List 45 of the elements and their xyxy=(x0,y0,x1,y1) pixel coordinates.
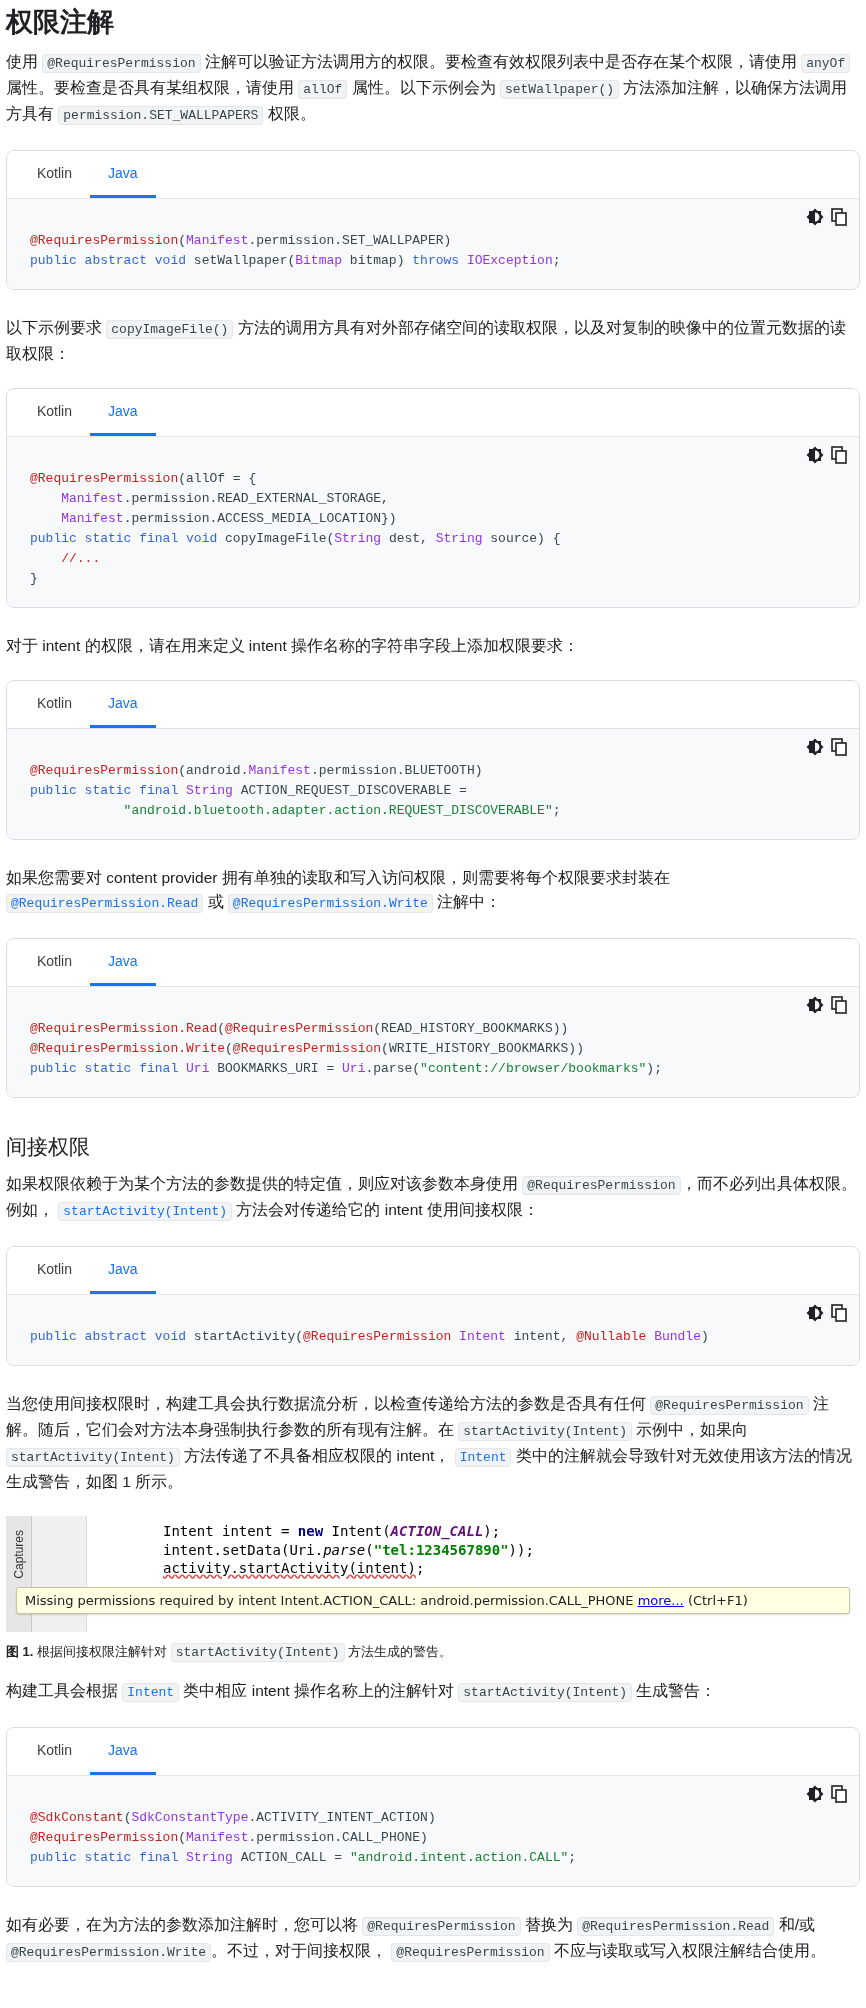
copy-icon[interactable] xyxy=(829,1784,849,1804)
language-tab[interactable]: Kotlin xyxy=(19,1247,91,1294)
paragraph: 如有必要，在为方法的参数添加注解时，您可以将 @RequiresPermission 替换为 @RequiresPermission.Read 和/或 @RequiresPermission.Write 。不过，对于间接权限， @RequiresPermission 不应与读取或写入权限注解结合使用。 xyxy=(6,1915,827,1964)
paragraph: 如果权限依赖于为某个方法的参数提供的特定值，则应对该参数本身使用 @RequiresPermission ，而不必列出具体权限。例如， startActivity(Intent) 方法会对传递给它的 intent 使用间接权限： xyxy=(6,1174,858,1223)
paragraph: 如果您需要对 content provider 拥有单独的读取和写入访问权限，则需要将每个权限要求封装在 @RequiresPermission.Read 或 @RequiresPermission.Write 注解中： xyxy=(6,868,671,915)
code-link[interactable]: @RequiresPermission.Write xyxy=(227,894,433,913)
code-text: @RequiresPermission.Read(@RequiresPermission(READ_HISTORY_BOOKMARKS)) @RequiresPermission.Write(@RequiresPermission(WRITE_HISTORY_BOOKMARKS)) public static final Uri BOOKMARKS_URI = Uri.parse("content://browser/bookmarks"); xyxy=(30,1020,663,1078)
code-text: public abstract void startActivity(@RequiresPermission Intent intent, @Nullable Bundle) xyxy=(30,1328,710,1346)
more-link[interactable]: more... xyxy=(637,1593,684,1608)
tooltip-message: Missing permissions required by intent Intent.ACTION_CALL: android.permission.CALL_PHONE xyxy=(25,1593,634,1608)
shortcut-hint: (Ctrl+F1) xyxy=(687,1593,748,1608)
code-text: @RequiresPermission(android.Manifest.permission.BLUETOOTH) public static final String ACTION_REQUEST_DISCOVERABLE = "android.bluetooth.adapter.action.REQUEST_DISCOVERABLE"; xyxy=(30,762,562,820)
theme-toggle-icon[interactable] xyxy=(805,207,825,227)
code-text: Intent intent = new Intent(ACTION_CALL); intent.setData(Uri.parse("tel:1234567890")); activity.startActivity(intent); xyxy=(162,1522,534,1578)
language-tab[interactable]: Kotlin xyxy=(19,151,91,198)
theme-toggle-icon[interactable] xyxy=(805,737,825,757)
paragraph: 使用 @RequiresPermission 注解可以验证方法调用方的权限。要检查有效权限列表中是否存在某个权限，请使用 anyOf 属性。要检查是否具有某组权限，请使用 allOf 属性。以下示例会为 setWallpaper() 方法添加注解，以确保方法调用方具有 permission.SET_WALLPAPERS 权限。 xyxy=(6,50,860,128)
paragraph: 对于 intent 的权限，请在用来定义 intent 操作名称的字符串字段上添加权限要求： xyxy=(6,636,581,656)
theme-toggle-icon[interactable] xyxy=(805,1784,825,1804)
paragraph: 当您使用间接权限时，构建工具会执行数据流分析，以检查传递给方法的参数是否具有任何 @RequiresPermission 注解。随后，它们会对方法本身强制执行参数的所有现有注解。在 startActivity(Intent) 示例中，如果向 startActivity(Intent) 方法传递了不具备相应权限的 intent， Intent 类中的注解就会导致针对无效使用该方法的情况生成警告，如图 1 所示。 xyxy=(6,1394,853,1492)
code-link[interactable]: @RequiresPermission.Read xyxy=(6,894,204,913)
copy-icon[interactable] xyxy=(829,207,849,227)
copy-icon[interactable] xyxy=(829,445,849,465)
language-tab[interactable]: Kotlin xyxy=(19,681,91,728)
theme-toggle-icon[interactable] xyxy=(805,1303,825,1323)
language-tab[interactable]: Kotlin xyxy=(19,1728,91,1775)
paragraph: 以下示例要求 copyImageFile() 方法的调用方具有对外部存储空间的读取权限，以及对复制的映像中的位置元数据的读取权限： xyxy=(6,318,847,364)
copy-icon[interactable] xyxy=(829,737,849,757)
language-tab[interactable]: Kotlin xyxy=(19,389,91,436)
section-heading: 间接权限 xyxy=(6,1134,91,1160)
code-text: @SdkConstant(SdkConstantType.ACTIVITY_INTENT_ACTION) @RequiresPermission(Manifest.permission.CALL_PHONE) public static final String ACTION_CALL = "android.intent.action.CALL"; xyxy=(30,1809,578,1867)
figure-caption: 图 1. 根据间接权限注解针对 startActivity(Intent) 方法生成的警告。 xyxy=(6,1642,454,1664)
page-title: 权限注解 xyxy=(6,6,115,39)
copy-icon[interactable] xyxy=(829,1303,849,1323)
copy-icon[interactable] xyxy=(829,995,849,1015)
code-text: @RequiresPermission(Manifest.permission.SET_WALLPAPER) public abstract void setWallpaper(Bitmap bitmap) throws IOException; xyxy=(30,232,562,270)
theme-toggle-icon[interactable] xyxy=(805,995,825,1015)
code-link[interactable]: Intent xyxy=(122,1683,180,1702)
code-link[interactable]: startActivity(Intent) xyxy=(58,1202,233,1221)
language-tab[interactable]: Kotlin xyxy=(19,939,91,986)
side-tab[interactable]: Captures xyxy=(11,1530,26,1579)
paragraph: 构建工具会根据 Intent 类中相应 intent 操作名称上的注解针对 startActivity(Intent) 生成警告： xyxy=(6,1681,718,1704)
code-text: @RequiresPermission(allOf = { Manifest.permission.READ_EXTERNAL_STORAGE, Manifest.permission.ACCESS_MEDIA_LOCATION}) public static final void copyImageFile(String dest, String source) { //... } xyxy=(30,470,562,588)
theme-toggle-icon[interactable] xyxy=(805,445,825,465)
code-link[interactable]: Intent xyxy=(454,1448,512,1467)
